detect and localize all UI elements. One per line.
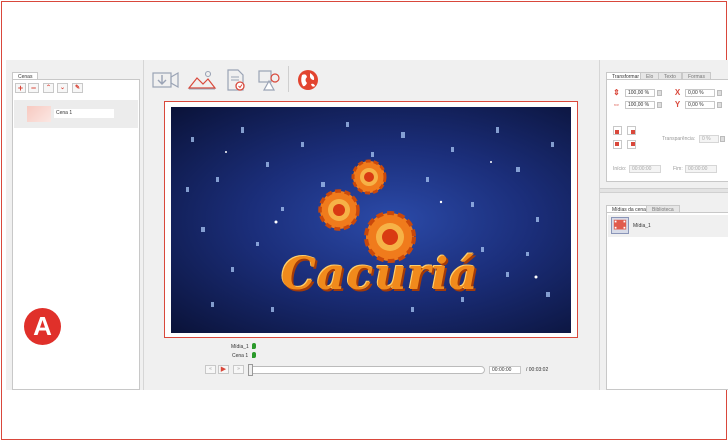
- timeline-handle[interactable]: [248, 364, 253, 376]
- chevron-up-icon[interactable]: ⌃: [43, 83, 54, 93]
- editor-window: Cenas + − ⌃ ⌄ ✎ Cena 1 Cacuriá Mídia_1 C…: [6, 60, 728, 390]
- scene-name: Cena 1: [54, 109, 114, 118]
- forward-button[interactable]: »: [233, 365, 244, 374]
- align-top-right-icon[interactable]: [627, 140, 636, 149]
- media-list: Mídia_1: [606, 212, 728, 390]
- width-icon: ⇔: [612, 100, 621, 109]
- image-icon[interactable]: [187, 68, 217, 92]
- transform-properties: ⇕ 100,00 % ⇔ 100,00 % X 0,00 % Y 0,00 % …: [606, 79, 728, 182]
- properties-panel: Transformar Elo Texto Formas ⇕ 100,00 % …: [599, 60, 728, 390]
- track-label-media: Mídia_1: [231, 344, 249, 350]
- scene-item[interactable]: Cena 1: [14, 100, 138, 128]
- width-spinner[interactable]: [657, 102, 662, 108]
- chevron-down-icon[interactable]: ⌄: [57, 83, 68, 93]
- y-position-icon: Y: [674, 100, 681, 109]
- import-video-icon[interactable]: [151, 68, 181, 92]
- height-percent-field[interactable]: 100,00 %: [625, 89, 655, 97]
- minus-icon[interactable]: −: [28, 83, 39, 93]
- height-icon: ⇕: [613, 88, 620, 97]
- annotation-badge: A: [24, 308, 61, 345]
- transparency-field[interactable]: 0 %: [699, 135, 719, 143]
- end-label: Fim:: [673, 166, 683, 172]
- film-icon: [611, 217, 629, 234]
- height-spinner[interactable]: [657, 90, 662, 96]
- scene-thumbnail: [27, 106, 51, 122]
- panel-splitter[interactable]: [600, 188, 728, 193]
- toolbar-divider: [288, 66, 289, 92]
- scenes-panel: Cenas + − ⌃ ⌄ ✎ Cena 1: [6, 60, 144, 390]
- timeline-slider[interactable]: [249, 366, 485, 374]
- media-item-name: Mídia_1: [633, 223, 651, 229]
- align-top-left-icon[interactable]: [613, 140, 622, 149]
- gear-logo-icon: [318, 159, 416, 263]
- pencil-icon[interactable]: ✎: [72, 83, 83, 93]
- transparency-spinner[interactable]: [720, 136, 725, 142]
- shapes-icon[interactable]: [255, 68, 283, 92]
- media-item[interactable]: Mídia_1: [608, 215, 728, 237]
- x-spinner[interactable]: [717, 90, 722, 96]
- video-preview[interactable]: Cacuriá: [171, 107, 571, 333]
- scenes-list: + − ⌃ ⌄ ✎ Cena 1: [12, 79, 140, 390]
- globe-icon[interactable]: [295, 68, 321, 92]
- video-preview-frame: Cacuriá: [164, 101, 578, 338]
- align-bottom-left-icon[interactable]: [613, 126, 622, 135]
- track-marker-scene[interactable]: [252, 352, 256, 358]
- width-percent-field[interactable]: 100,00 %: [625, 101, 655, 109]
- total-time: / 00:03:02: [526, 367, 549, 373]
- preview-area: Cacuriá Mídia_1 Cena 1 « ▶ » 00:00:00 / …: [145, 60, 597, 390]
- plus-icon[interactable]: +: [15, 83, 26, 93]
- track-marker-media[interactable]: [252, 343, 256, 349]
- document-icon[interactable]: [223, 68, 249, 92]
- align-bottom-right-icon[interactable]: [627, 126, 636, 135]
- y-spinner[interactable]: [717, 102, 722, 108]
- x-position-icon: X: [674, 88, 681, 97]
- y-position-field[interactable]: 0,00 %: [685, 101, 715, 109]
- video-title-text: Cacuriá: [281, 249, 479, 300]
- x-position-field[interactable]: 0,00 %: [685, 89, 715, 97]
- end-time-field[interactable]: 00:00:00: [685, 165, 717, 173]
- play-button[interactable]: ▶: [218, 365, 229, 374]
- rewind-button[interactable]: «: [205, 365, 216, 374]
- start-time-field[interactable]: 00:00:00: [629, 165, 661, 173]
- track-label-scene: Cena 1: [232, 353, 249, 359]
- current-time-field[interactable]: 00:00:00: [489, 366, 521, 374]
- transparency-label: Transparência:: [662, 136, 696, 142]
- start-label: Início:: [613, 166, 627, 172]
